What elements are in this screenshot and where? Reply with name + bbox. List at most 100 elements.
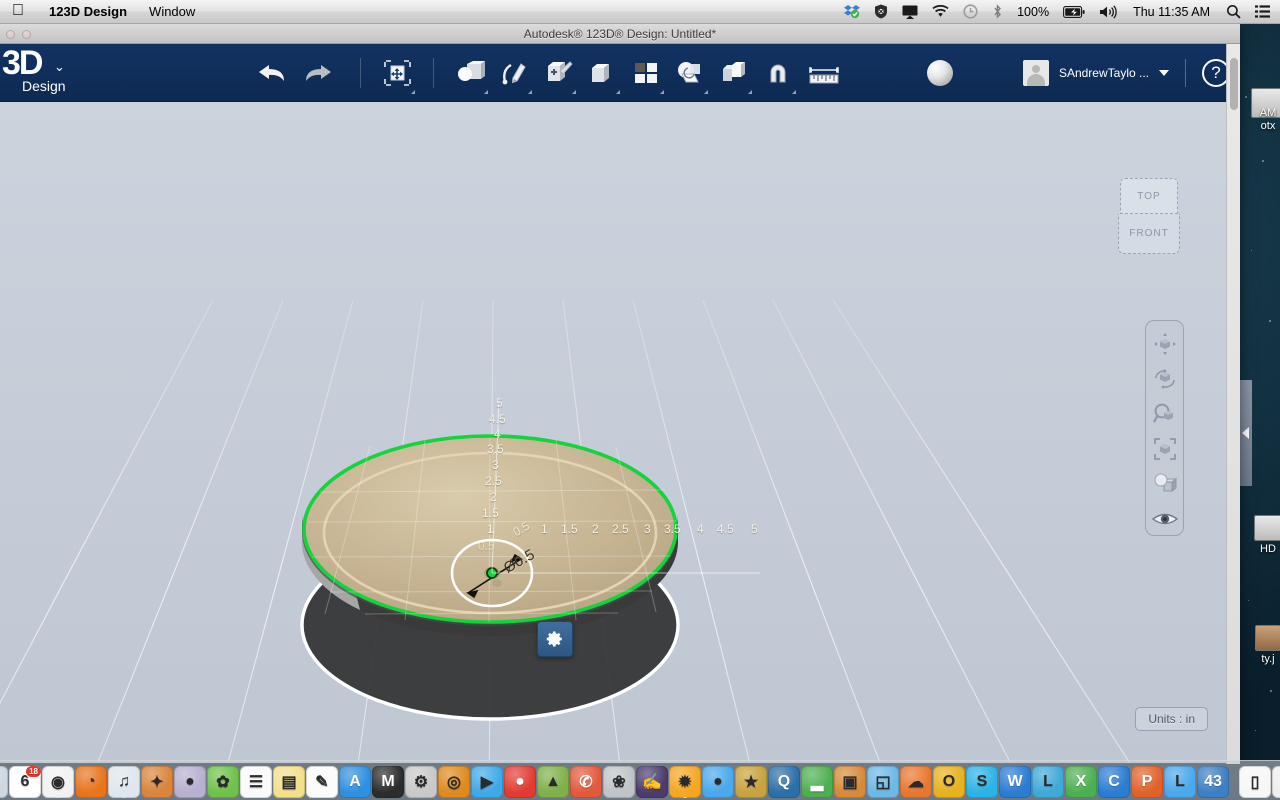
apple-logo-icon[interactable]: : [12, 3, 24, 19]
dock-item-iphoto[interactable]: ❀: [603, 766, 635, 798]
sketch-tool-button[interactable]: [492, 49, 536, 97]
dock-item-messages[interactable]: ●: [702, 766, 734, 798]
minimize-button[interactable]: [22, 30, 31, 39]
view-cube-front-face[interactable]: FRONT: [1118, 214, 1180, 254]
dock-item-skydrive[interactable]: ☁: [900, 766, 932, 798]
appstore-icon: A: [349, 773, 361, 791]
dock-item-zbrush[interactable]: ●: [174, 766, 206, 798]
avatar[interactable]: [1023, 60, 1049, 86]
window-scrollbar[interactable]: [1226, 44, 1240, 764]
dock-item-skype[interactable]: S: [966, 766, 998, 798]
dock-item-downloads-stack[interactable]: □: [1272, 766, 1280, 798]
viewport-canvas[interactable]: 5 4.5 4 3.5 3 2.5 2 1.5 1 0.5 0.5 1 1.5 …: [0, 102, 1240, 763]
dock-item-itunes[interactable]: ♫: [108, 766, 140, 798]
dock-item-airdroid[interactable]: ✆: [570, 766, 602, 798]
notification-center-icon[interactable]: [1248, 5, 1280, 18]
pattern-tool-button[interactable]: [624, 49, 668, 97]
dock-item-excel[interactable]: X: [1065, 766, 1097, 798]
shield-icon[interactable]: [867, 4, 895, 19]
chevron-down-icon[interactable]: ⌄: [54, 59, 65, 75]
construct-tool-button[interactable]: [536, 49, 580, 97]
dock-item-stickies[interactable]: ▤: [273, 766, 305, 798]
dock-item-numbers[interactable]: ▂: [801, 766, 833, 798]
view-cube[interactable]: TOP FRONT: [1116, 178, 1182, 256]
transform-tool-button[interactable]: [375, 49, 419, 97]
app-logo[interactable]: 3D ⌄ Design: [2, 45, 82, 101]
dropbox-icon[interactable]: [837, 4, 867, 19]
visibility-button[interactable]: [1149, 504, 1181, 535]
dock-item-keynote[interactable]: ▣: [834, 766, 866, 798]
units-indicator[interactable]: Units : in: [1135, 707, 1208, 731]
dock-item-chrome[interactable]: ◉: [42, 766, 74, 798]
modify-tool-button[interactable]: [580, 49, 624, 97]
spotlight-search-icon[interactable]: [1219, 4, 1248, 19]
dock-item-systempreferences[interactable]: ⚙: [405, 766, 437, 798]
account-dropdown-icon[interactable]: [1159, 70, 1169, 76]
dock-item-textedit[interactable]: ✎: [306, 766, 338, 798]
dock-item-sketchup[interactable]: ▲: [537, 766, 569, 798]
airplay-icon[interactable]: [895, 5, 925, 19]
grouping-tool-button[interactable]: [668, 49, 712, 97]
battery-percent[interactable]: 100%: [1010, 5, 1056, 19]
dock-item-imovie[interactable]: ★: [735, 766, 767, 798]
redo-button[interactable]: [298, 55, 338, 91]
orbit-tool-button[interactable]: [1149, 363, 1181, 394]
dock-item-firefox[interactable]: ◔: [75, 766, 107, 798]
object-settings-button[interactable]: [537, 621, 573, 657]
wifi-icon[interactable]: [925, 5, 956, 18]
dock-item-blender[interactable]: ◎: [438, 766, 470, 798]
desktop-side-tab[interactable]: [1238, 380, 1252, 486]
twitter-icon: ▶: [481, 772, 493, 792]
primitives-tool-button[interactable]: [448, 49, 492, 97]
dock-item-quicktime[interactable]: Q: [768, 766, 800, 798]
close-button[interactable]: [6, 30, 15, 39]
preview-icon: ◱: [875, 772, 890, 792]
menubar-item-window[interactable]: Window: [138, 4, 206, 19]
gear-icon: [546, 630, 564, 648]
dock-item-documents-stack[interactable]: ▯: [1239, 766, 1271, 798]
display-style-button[interactable]: [1149, 469, 1181, 500]
desktop-icon-hd[interactable]: HD: [1238, 515, 1280, 555]
measure-tool-button[interactable]: [800, 49, 848, 97]
dock-item-twitter[interactable]: ▶: [471, 766, 503, 798]
dock-item-word[interactable]: W: [999, 766, 1031, 798]
dock-item-cheetah3d[interactable]: ✿: [207, 766, 239, 798]
undo-button[interactable]: [252, 55, 292, 91]
window-controls[interactable]: [6, 30, 31, 39]
desktop-icon-am[interactable]: AM: [1238, 107, 1280, 119]
dock-item-makerware[interactable]: M: [372, 766, 404, 798]
dock-item-lync[interactable]: L: [1032, 766, 1064, 798]
outlook-icon: C: [1108, 773, 1120, 791]
volume-icon[interactable]: [1092, 5, 1124, 19]
dock-item-safari[interactable]: ⦿: [0, 766, 8, 798]
combine-tool-button[interactable]: [712, 49, 756, 97]
timemachine-icon[interactable]: [956, 4, 985, 19]
dock-item-notes[interactable]: ☰: [240, 766, 272, 798]
pan-tool-button[interactable]: [1149, 328, 1181, 359]
dock-item-onenote[interactable]: O: [933, 766, 965, 798]
view-cube-top-face[interactable]: TOP: [1120, 178, 1178, 214]
dock-item-maya[interactable]: ✦: [141, 766, 173, 798]
dock-item-calendar[interactable]: 618: [9, 766, 41, 798]
dock-item-powerpoint[interactable]: P: [1131, 766, 1163, 798]
battery-icon[interactable]: [1056, 6, 1092, 18]
account-name[interactable]: SAndrewTaylo ...: [1059, 66, 1149, 80]
window-titlebar[interactable]: Autodesk® 123D® Design: Untitled*: [0, 24, 1240, 44]
material-button[interactable]: [927, 60, 953, 86]
scrollbar-thumb[interactable]: [1230, 58, 1238, 110]
desktop-icon-tyj[interactable]: ty.j: [1238, 625, 1280, 665]
dock-item-outlook[interactable]: C: [1098, 766, 1130, 798]
bluetooth-icon[interactable]: [985, 4, 1010, 19]
fit-tool-button[interactable]: [1149, 434, 1181, 465]
dock-item-appstore[interactable]: A: [339, 766, 371, 798]
dock-item-screenrecord[interactable]: ●: [504, 766, 536, 798]
dock-item-onedrive[interactable]: L: [1164, 766, 1196, 798]
menubar-app-name[interactable]: 123D Design: [38, 4, 138, 19]
menubar-clock[interactable]: Thu 11:35 AM: [1124, 5, 1219, 19]
dock-item-preview[interactable]: ◱: [867, 766, 899, 798]
dock-item-photoshop[interactable]: ✍: [636, 766, 668, 798]
zoom-tool-button[interactable]: [1149, 398, 1181, 429]
dock-item-clock[interactable]: 43: [1197, 766, 1229, 798]
snap-tool-button[interactable]: [756, 49, 800, 97]
dock-item-123d-design[interactable]: ✹: [669, 766, 701, 798]
